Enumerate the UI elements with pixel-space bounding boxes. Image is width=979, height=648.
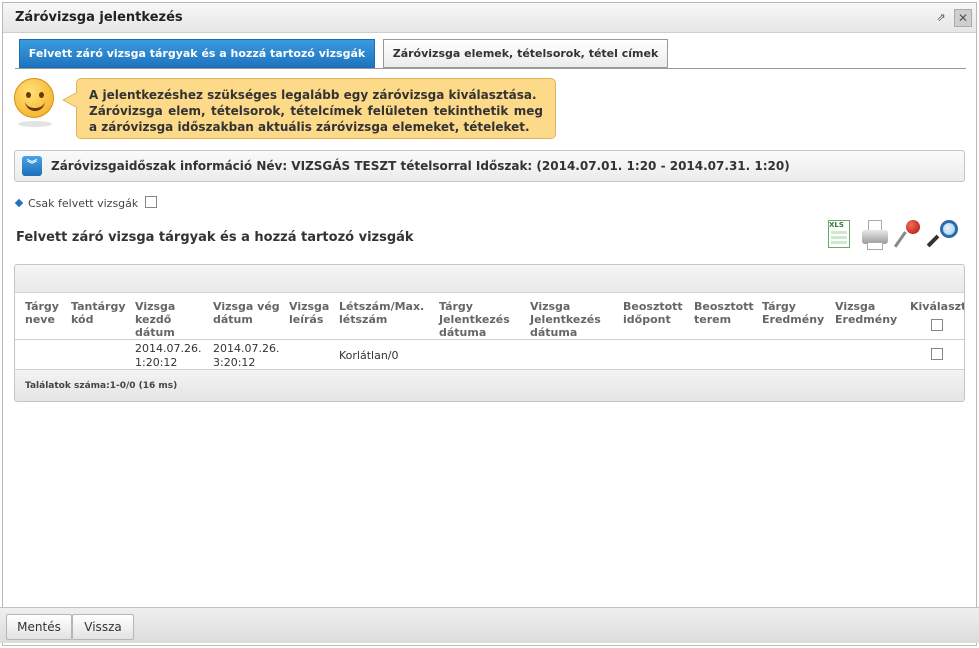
section-title: Felvett záró vizsga tárgyak és a hozzá t… xyxy=(16,230,414,245)
window-title: Záróvizsga jelentkezés xyxy=(15,10,183,25)
smiley-icon xyxy=(14,78,54,118)
title-bar: Záróvizsga jelentkezés ⇗ ✕ xyxy=(3,3,976,33)
column-header[interactable]: Vizsga kezdő dátum xyxy=(135,300,175,339)
column-header[interactable]: Beosztott időpont xyxy=(623,300,683,326)
start-date-cell: 2014.07.26. 1:20:12 xyxy=(135,342,202,369)
search-icon[interactable] xyxy=(926,218,962,254)
period-info-text: Záróvizsgaidőszak információ Név: VIZSGÁ… xyxy=(51,159,790,173)
print-icon[interactable] xyxy=(860,218,890,254)
period-info-bar: ︾ Záróvizsgaidőszak információ Név: VIZS… xyxy=(14,150,965,182)
tab-bar: Felvett záró vizsga tárgyak és a hozzá t… xyxy=(15,39,966,69)
column-header[interactable]: Beosztott terem xyxy=(694,300,754,326)
smiley-shadow xyxy=(18,121,52,127)
exam-grid: Tárgy neve Tantárgy kód Vizsga kezdő dátum V… xyxy=(14,264,965,402)
back-button[interactable]: Vissza xyxy=(72,614,134,640)
notice-bubble: A jelentkezéshez szükséges legalább egy … xyxy=(76,78,556,139)
result-count: Találatok száma:1-0/0 (16 ms) xyxy=(25,381,178,391)
column-header[interactable]: Vizsga Jelentkezés dátuma xyxy=(530,300,601,339)
bottom-bar: Mentés Vissza xyxy=(0,607,979,643)
pin-icon[interactable] xyxy=(893,218,926,254)
tab-exam-elements[interactable]: Záróvizsga elemek, tételsorok, tétel cím… xyxy=(383,39,668,68)
column-header[interactable]: Létszám/Max. létszám xyxy=(339,300,424,326)
table-row[interactable]: 2014.07.26. 1:20:12 2014.07.26. 3:20:12 Ko… xyxy=(15,340,964,370)
close-icon[interactable]: ✕ xyxy=(954,9,972,27)
grid-footer: Találatok száma:1-0/0 (16 ms) xyxy=(15,370,964,401)
popout-icon[interactable]: ⇗ xyxy=(934,11,948,25)
column-header[interactable]: Vizsga vég dátum xyxy=(213,300,280,326)
grid-toolbar xyxy=(15,265,964,293)
notice-line-2: Záróvizsga elem, tételsorok, tételcímek … xyxy=(89,104,543,134)
tab-enrolled-exams[interactable]: Felvett záró vizsga tárgyak és a hozzá t… xyxy=(19,39,375,68)
capacity-cell: Korlátlan/0 xyxy=(339,349,399,362)
column-header[interactable]: Tárgy Eredmény xyxy=(762,300,824,326)
column-header[interactable]: Vizsga leírás xyxy=(289,300,329,326)
row-select-checkbox[interactable] xyxy=(931,348,943,360)
column-header[interactable]: Tantárgy kód xyxy=(71,300,126,326)
column-header[interactable]: Tárgy Jelentkezés dátuma xyxy=(439,300,510,339)
end-date-cell: 2014.07.26. 3:20:12 xyxy=(213,342,280,369)
select-all-checkbox[interactable] xyxy=(931,319,943,331)
column-header[interactable]: Vizsga Eredmény xyxy=(835,300,897,326)
grid-header: Tárgy neve Tantárgy kód Vizsga kezdő dátum V… xyxy=(15,293,964,340)
save-button[interactable]: Mentés xyxy=(6,614,72,640)
column-header-select[interactable]: Kiválaszt xyxy=(910,300,964,313)
xls-export-icon[interactable]: XLS xyxy=(824,218,854,254)
filter-checkbox[interactable] xyxy=(145,196,157,208)
filter-label: Csak felvett vizsgák xyxy=(28,197,139,210)
column-header[interactable]: Tárgy neve xyxy=(25,300,59,326)
expand-toggle-icon[interactable]: ︾ xyxy=(22,156,42,176)
notice-line-1: A jelentkezéshez szükséges legalább egy … xyxy=(89,88,537,102)
bubble-tail-inner xyxy=(64,93,77,107)
